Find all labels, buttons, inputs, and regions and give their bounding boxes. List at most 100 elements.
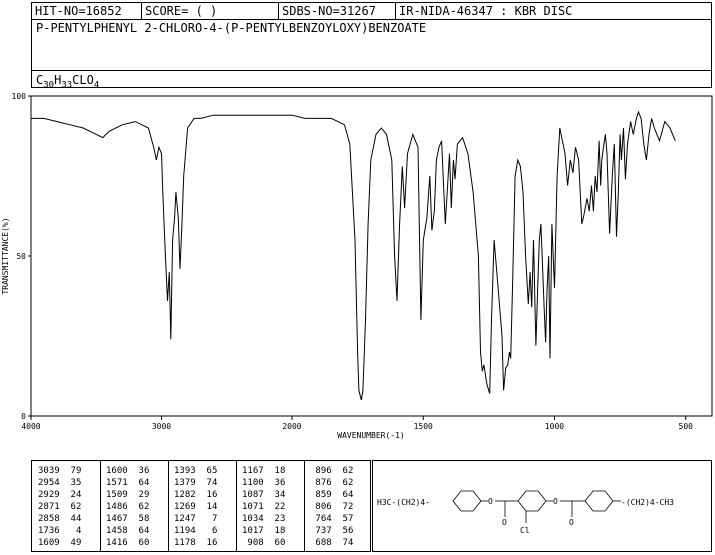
peak-transmittance: 16 xyxy=(195,538,218,548)
peak-wavenumber: 1034 xyxy=(242,514,264,524)
peak-wavenumber: 2954 xyxy=(38,478,60,488)
benzene-ring-3 xyxy=(584,490,614,512)
formula-divider xyxy=(32,70,711,71)
peak-transmittance: 36 xyxy=(263,478,286,488)
peak-row: 1017 18 xyxy=(242,525,285,537)
peak-wavenumber: 1178 xyxy=(174,538,196,548)
peak-row: 908 60 xyxy=(242,537,285,549)
x-axis-label: WAVENUMBER(-1) xyxy=(337,431,404,440)
header-divider xyxy=(32,19,711,20)
peak-wavenumber: 1017 xyxy=(242,526,264,536)
peak-transmittance: 16 xyxy=(195,490,218,500)
peak-wavenumber: 1571 xyxy=(106,478,128,488)
score-field: SCORE= ( ) xyxy=(142,3,279,19)
carbonyl-oxygen-2: O xyxy=(569,518,574,527)
peak-transmittance: 56 xyxy=(331,526,354,536)
x-tick-label: 2000 xyxy=(282,422,301,431)
x-tick-label: 1500 xyxy=(414,422,433,431)
peak-transmittance: 72 xyxy=(331,502,354,512)
peak-wavenumber: 688 xyxy=(310,538,332,548)
x-axis-ticks: 4000 3000 2000 1500 1000 500 xyxy=(21,416,693,431)
peak-transmittance: 29 xyxy=(127,490,150,500)
x-tick-label: 3000 xyxy=(152,422,171,431)
peak-wavenumber: 806 xyxy=(310,502,332,512)
peak-wavenumber: 876 xyxy=(310,478,332,488)
peak-transmittance: 4 xyxy=(59,526,82,536)
peak-row: 1416 60 xyxy=(106,537,149,549)
peak-transmittance: 14 xyxy=(195,502,218,512)
peak-wavenumber: 1736 xyxy=(38,526,60,536)
peak-row: 1467 58 xyxy=(106,513,149,525)
carbonyl-oxygen-1: O xyxy=(502,518,507,527)
peak-transmittance: 36 xyxy=(127,466,150,476)
sdbs-number: SDBS-NO=31267 xyxy=(279,3,396,19)
peak-row: 1167 18 xyxy=(242,465,285,477)
peak-row: 1178 16 xyxy=(174,537,217,549)
peak-transmittance: 49 xyxy=(59,538,82,548)
peak-row: 1736 4 xyxy=(38,525,81,537)
y-tick-label: 0 xyxy=(21,412,26,421)
peak-row: 1509 29 xyxy=(106,489,149,501)
peak-row: 737 56 xyxy=(310,525,353,537)
peak-wavenumber: 2929 xyxy=(38,490,60,500)
peak-row: 1571 64 xyxy=(106,477,149,489)
peak-wavenumber: 1269 xyxy=(174,502,196,512)
y-tick-label: 100 xyxy=(12,92,27,101)
peak-row: 1269 14 xyxy=(174,501,217,513)
peak-wavenumber: 1509 xyxy=(106,490,128,500)
benzene-ring-1 xyxy=(452,490,482,512)
peak-wavenumber: 896 xyxy=(310,466,332,476)
peak-wavenumber: 1282 xyxy=(174,490,196,500)
peak-transmittance: 60 xyxy=(263,538,286,548)
compound-name: P-PENTYLPHENYL 2-CHLORO-4-(P-PENTYLBENZO… xyxy=(36,21,427,35)
transmittance-series xyxy=(31,110,676,401)
peak-wavenumber: 1393 xyxy=(174,466,196,476)
peak-row: 876 62 xyxy=(310,477,353,489)
ester-oxygen-1: O xyxy=(488,497,493,506)
peak-row: 806 72 xyxy=(310,501,353,513)
y-tick-label: 50 xyxy=(16,252,26,261)
peak-row: 1486 62 xyxy=(106,501,149,513)
peak-transmittance: 79 xyxy=(59,466,82,476)
peak-wavenumber: 1609 xyxy=(38,538,60,548)
ir-spectrum-chart: 0 50 100 4000 3000 2000 1500 1000 500 WAVENUMBE… xyxy=(1,92,713,440)
peak-transmittance: 74 xyxy=(195,478,218,488)
peak-row: 1282 16 xyxy=(174,489,217,501)
peak-transmittance: 60 xyxy=(127,538,150,548)
peak-wavenumber: 1100 xyxy=(242,478,264,488)
peak-wavenumber: 1416 xyxy=(106,538,128,548)
y-axis-ticks: 0 50 100 xyxy=(12,92,31,421)
peak-transmittance: 62 xyxy=(331,466,354,476)
peak-wavenumber: 2858 xyxy=(38,514,60,524)
peak-wavenumber: 1087 xyxy=(242,490,264,500)
spectrum-header: HIT-NO=16852 SCORE= ( ) SDBS-NO=31267 IR… xyxy=(31,2,712,90)
peak-wavenumber: 1600 xyxy=(106,466,128,476)
chemical-structure: H3C-(CH2)4- O O Cl O O -(CH2)4-CH3 xyxy=(377,490,674,535)
x-tick-label: 1000 xyxy=(545,422,564,431)
hit-number: HIT-NO=16852 xyxy=(32,3,142,19)
peak-row: 1379 74 xyxy=(174,477,217,489)
chlorine-label: Cl xyxy=(520,526,530,535)
peak-wavenumber: 764 xyxy=(310,514,332,524)
peak-transmittance: 23 xyxy=(263,514,286,524)
peak-wavenumber: 1486 xyxy=(106,502,128,512)
peak-transmittance: 65 xyxy=(195,466,218,476)
peak-row: 859 64 xyxy=(310,489,353,501)
left-alkyl-label: H3C-(CH2)4- xyxy=(377,498,430,507)
peak-wavenumber: 1467 xyxy=(106,514,128,524)
peak-wavenumber: 1071 xyxy=(242,502,264,512)
peak-row: 3039 79 xyxy=(38,465,81,477)
peak-transmittance: 24 xyxy=(59,490,82,500)
benzene-ring-2 xyxy=(517,490,547,512)
peak-wavenumber: 908 xyxy=(242,538,264,548)
peak-row: 1600 36 xyxy=(106,465,149,477)
peak-transmittance: 57 xyxy=(331,514,354,524)
peak-transmittance: 44 xyxy=(59,514,82,524)
structure-panel: H3C-(CH2)4- O O Cl O O -(CH2)4-CH3 xyxy=(372,460,712,552)
peak-transmittance: 62 xyxy=(127,502,150,512)
peak-row: 764 57 xyxy=(310,513,353,525)
peak-column: 896 62 876 62 859 64 806 72 764 57 737 5… xyxy=(304,461,372,551)
peak-column: 3039 79 2954 35 2929 24 2871 62 2858 44 1736 … xyxy=(32,461,101,551)
peak-row: 1247 7 xyxy=(174,513,217,525)
peak-row: 1100 36 xyxy=(242,477,285,489)
